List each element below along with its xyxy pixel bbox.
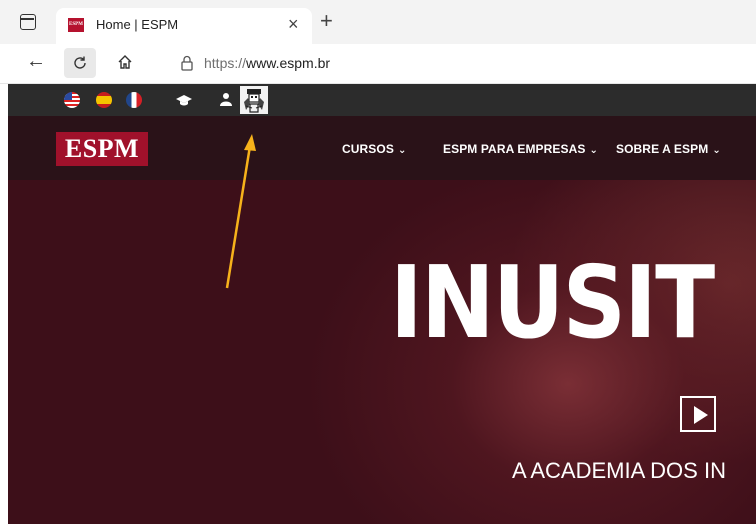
url-field[interactable]: https://www.espm.br bbox=[204, 55, 330, 71]
graduation-cap-icon[interactable] bbox=[176, 93, 192, 107]
hero-title: INUSIT bbox=[390, 244, 715, 361]
new-tab-icon[interactable]: + bbox=[320, 10, 333, 32]
browser-tab[interactable]: ESPM Home | ESPM × bbox=[56, 8, 312, 44]
flag-us-icon[interactable] bbox=[64, 92, 80, 108]
site-navbar: ESPM CURSOS ⌄ ESPM PARA EMPRESAS ⌄ SOBRE A… bbox=[8, 116, 756, 180]
flag-fr-icon[interactable] bbox=[126, 92, 142, 108]
espm-logo[interactable]: ESPM bbox=[56, 132, 148, 166]
tab-title: Home | ESPM bbox=[96, 17, 179, 32]
menu-sobre-a-espm[interactable]: SOBRE A ESPM ⌄ bbox=[616, 142, 721, 156]
flag-es-icon[interactable] bbox=[96, 92, 112, 108]
browser-tab-bar: ESPM Home | ESPM × + bbox=[0, 0, 756, 44]
lock-icon[interactable] bbox=[180, 55, 194, 71]
play-video-button[interactable] bbox=[680, 396, 716, 432]
chevron-down-icon: ⌄ bbox=[589, 145, 598, 156]
close-tab-icon[interactable]: × bbox=[288, 15, 299, 33]
site-top-bar bbox=[8, 84, 756, 116]
home-icon[interactable] bbox=[116, 53, 134, 71]
reload-icon bbox=[74, 56, 86, 69]
hero-subtitle: A ACADEMIA DOS IN bbox=[512, 458, 726, 483]
espm-favicon-icon: ESPM bbox=[68, 18, 84, 32]
vlibras-icon[interactable] bbox=[240, 86, 268, 114]
menu-cursos[interactable]: CURSOS ⌄ bbox=[342, 142, 406, 156]
chevron-down-icon: ⌄ bbox=[397, 145, 407, 156]
back-icon[interactable]: ← bbox=[26, 50, 46, 73]
user-icon[interactable] bbox=[220, 92, 232, 106]
website-viewport: ESPM CURSOS ⌄ ESPM PARA EMPRESAS ⌄ SOBRE A… bbox=[8, 84, 756, 524]
menu-espm-para-empresas[interactable]: ESPM PARA EMPRESAS ⌄ bbox=[443, 142, 598, 156]
chevron-down-icon: ⌄ bbox=[712, 145, 721, 156]
reload-button[interactable] bbox=[64, 48, 96, 78]
address-bar: ← https://www.espm.br bbox=[0, 44, 756, 84]
tab-actions-icon[interactable] bbox=[20, 14, 36, 30]
